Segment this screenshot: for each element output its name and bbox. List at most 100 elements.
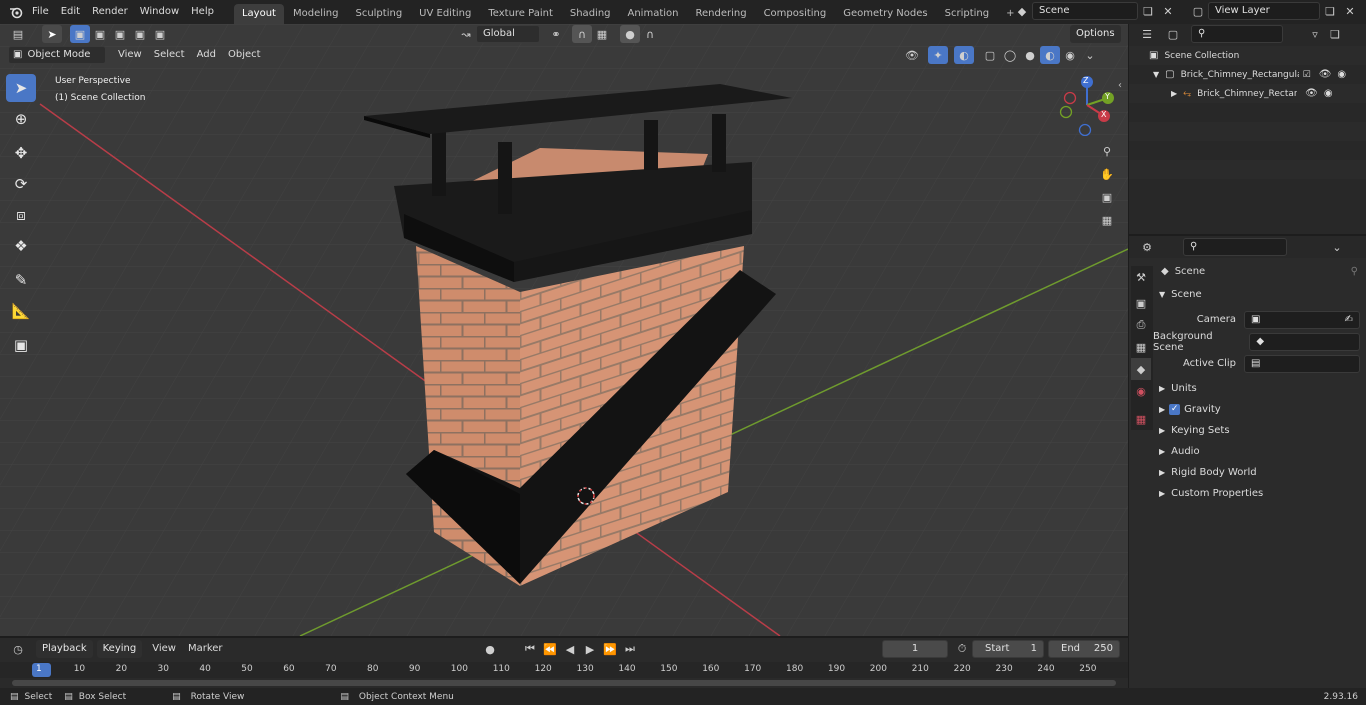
select-mode-invert-icon[interactable]: ▣ [130,25,150,43]
world-tab-icon[interactable]: ◉ [1131,380,1151,402]
camera-render-icon[interactable]: ◉ [1324,88,1333,99]
expand-arrow-icon[interactable]: ▶ [1171,89,1177,98]
keying-menu[interactable]: Keying [96,640,143,658]
start-frame-field[interactable]: Start 1 [972,640,1044,658]
shading-material-icon[interactable]: ◐ [1040,46,1060,64]
record-icon[interactable]: ● [480,640,500,658]
shading-rendered-icon[interactable]: ◉ [1060,46,1080,64]
background-scene-field[interactable]: ◆ [1249,332,1360,351]
scene-tab-icon[interactable]: ◆ [1131,358,1151,380]
tab-modeling[interactable]: Modeling [285,4,347,24]
timeline-marker-menu[interactable]: Marker [182,638,229,660]
gravity-panel[interactable]: ▶ ✓ Gravity [1153,399,1366,420]
scene-panel-header[interactable]: ▼ Scene [1153,284,1366,305]
blender-logo-icon[interactable] [6,3,26,21]
view-layer-tab-icon[interactable]: ▦ [1131,336,1151,358]
menu-help[interactable]: Help [185,0,220,24]
new-view-layer-icon[interactable]: ❏ [1320,2,1340,20]
transform-orientation-dropdown[interactable]: Global [476,25,540,43]
exclude-checkbox-icon[interactable]: ☑ [1303,70,1311,80]
move-tool-icon[interactable]: ✥ [6,139,36,167]
xray-toggle-icon[interactable]: ▢ [980,46,1000,64]
current-frame-field[interactable]: 1 [882,640,948,658]
menu-window[interactable]: Window [134,0,185,24]
tab-compositing[interactable]: Compositing [756,4,835,24]
view-layer-icon[interactable]: ▢ [1188,2,1208,20]
tab-scripting[interactable]: Scripting [937,4,997,24]
filter-icon[interactable]: ▿ [1305,25,1325,43]
timeline-editor-type-icon[interactable]: ◷ [8,640,28,658]
scene-name-field[interactable]: Scene [1032,2,1138,20]
editor-type-icon[interactable]: ▤ [8,25,28,43]
menu-edit[interactable]: Edit [55,0,86,24]
options-dropdown[interactable]: Options [1070,25,1121,43]
camera-render-icon[interactable]: ◉ [1337,69,1346,80]
playback-menu[interactable]: Playback [36,640,93,658]
new-scene-icon[interactable]: ❏ [1138,2,1158,20]
play-icon[interactable]: ▶ [580,640,600,658]
scene-icon[interactable]: ◆ [1012,2,1032,20]
texture-tab-icon[interactable]: ▦ [1131,408,1151,430]
custom-properties-panel[interactable]: ▶ Custom Properties [1153,483,1366,504]
measure-tool-icon[interactable]: 📐 [6,297,36,325]
viewport-menu-view[interactable]: View [112,44,148,66]
visibility-icon[interactable]: 👁 [902,46,922,64]
tab-uv-editing[interactable]: UV Editing [411,4,479,24]
eye-icon[interactable]: 👁 [1319,69,1332,80]
pan-hand-icon[interactable]: ✋ [1097,165,1117,183]
shading-solid-icon[interactable]: ● [1020,46,1040,64]
gravity-checkbox[interactable]: ✓ [1169,404,1181,415]
select-box-tool-icon[interactable]: ➤ [6,74,36,102]
viewport-3d[interactable]: User Perspective (1) Scene Collection Z … [0,24,1128,636]
sidebar-toggle-icon[interactable]: ‹ [1118,80,1122,91]
timeline-view-menu[interactable]: View [146,638,182,660]
delete-view-layer-icon[interactable]: ✕ [1340,2,1360,20]
perspective-grid-icon[interactable]: ▦ [1097,211,1117,229]
viewport-menu-select[interactable]: Select [148,44,191,66]
properties-search-input[interactable]: ⚲ [1183,238,1287,256]
add-cube-tool-icon[interactable]: ▣ [6,331,36,359]
jump-end-icon[interactable]: ⏭ [620,640,640,658]
tab-layout[interactable]: Layout [233,4,284,24]
rotate-tool-icon[interactable]: ⟳ [6,170,36,198]
audio-panel[interactable]: ▶ Audio [1153,441,1366,462]
overlays-toggle-icon[interactable]: ◐ [954,46,974,64]
expand-arrow-icon[interactable]: ▼ [1153,70,1159,79]
tab-rendering[interactable]: Rendering [687,4,754,24]
tab-animation[interactable]: Animation [620,4,687,24]
outliner-row-object[interactable]: ▶ ⥆ Brick_Chimney_Rectangu 👁 ◉ [1129,84,1366,103]
properties-options-icon[interactable]: ⌄ [1327,238,1347,256]
annotate-tool-icon[interactable]: ✎ [6,266,36,294]
properties-editor-type-icon[interactable]: ⚙ [1137,238,1157,256]
snap-icon[interactable]: ∩ [572,25,592,43]
select-mode-extend-icon[interactable]: ▣ [90,25,110,43]
select-tool-icon[interactable]: ➤ [42,25,62,43]
transform-tool-icon[interactable]: ❖ [6,232,36,260]
new-collection-icon[interactable]: ❏ [1325,25,1345,43]
tool-tab-icon[interactable]: ⚒ [1131,266,1151,288]
pivot-point-icon[interactable]: ⚭ [546,25,566,43]
keying-sets-panel[interactable]: ▶ Keying Sets [1153,420,1366,441]
viewport-menu-object[interactable]: Object [222,44,267,66]
view-layer-field[interactable]: View Layer [1208,2,1320,20]
outliner-row-collection[interactable]: ▼ ▢ Brick_Chimney_Rectangular_ ☑ 👁 ◉ [1129,65,1366,84]
menu-file[interactable]: File [26,0,55,24]
falloff-icon[interactable]: ∩ [640,25,660,43]
gizmo-toggle-icon[interactable]: ✦ [928,46,948,64]
menu-render[interactable]: Render [86,0,134,24]
outliner-search-input[interactable]: ⚲ [1191,25,1283,43]
output-tab-icon[interactable]: ⎙ [1131,314,1151,336]
camera-view-icon[interactable]: ▣ [1097,188,1117,206]
prev-keyframe-icon[interactable]: ⏪ [540,640,560,658]
display-mode-icon[interactable]: ▢ [1163,25,1183,43]
end-frame-field[interactable]: End 250 [1048,640,1120,658]
frame-ruler[interactable]: 1 10 20 30 40 50 60 70 80 90 100 110 120 130 140 150 160… [0,662,1128,678]
tab-sculpting[interactable]: Sculpting [347,4,410,24]
navigation-gizmo[interactable]: Z Y X [1056,74,1118,137]
zoom-icon[interactable]: ⚲ [1097,142,1117,160]
active-clip-field[interactable]: ▤ [1244,354,1360,373]
timeline-scrollbar[interactable] [12,680,1116,686]
delete-scene-icon[interactable]: ✕ [1158,2,1178,20]
viewport-menu-add[interactable]: Add [191,44,222,66]
eye-icon[interactable]: 👁 [1305,88,1318,99]
